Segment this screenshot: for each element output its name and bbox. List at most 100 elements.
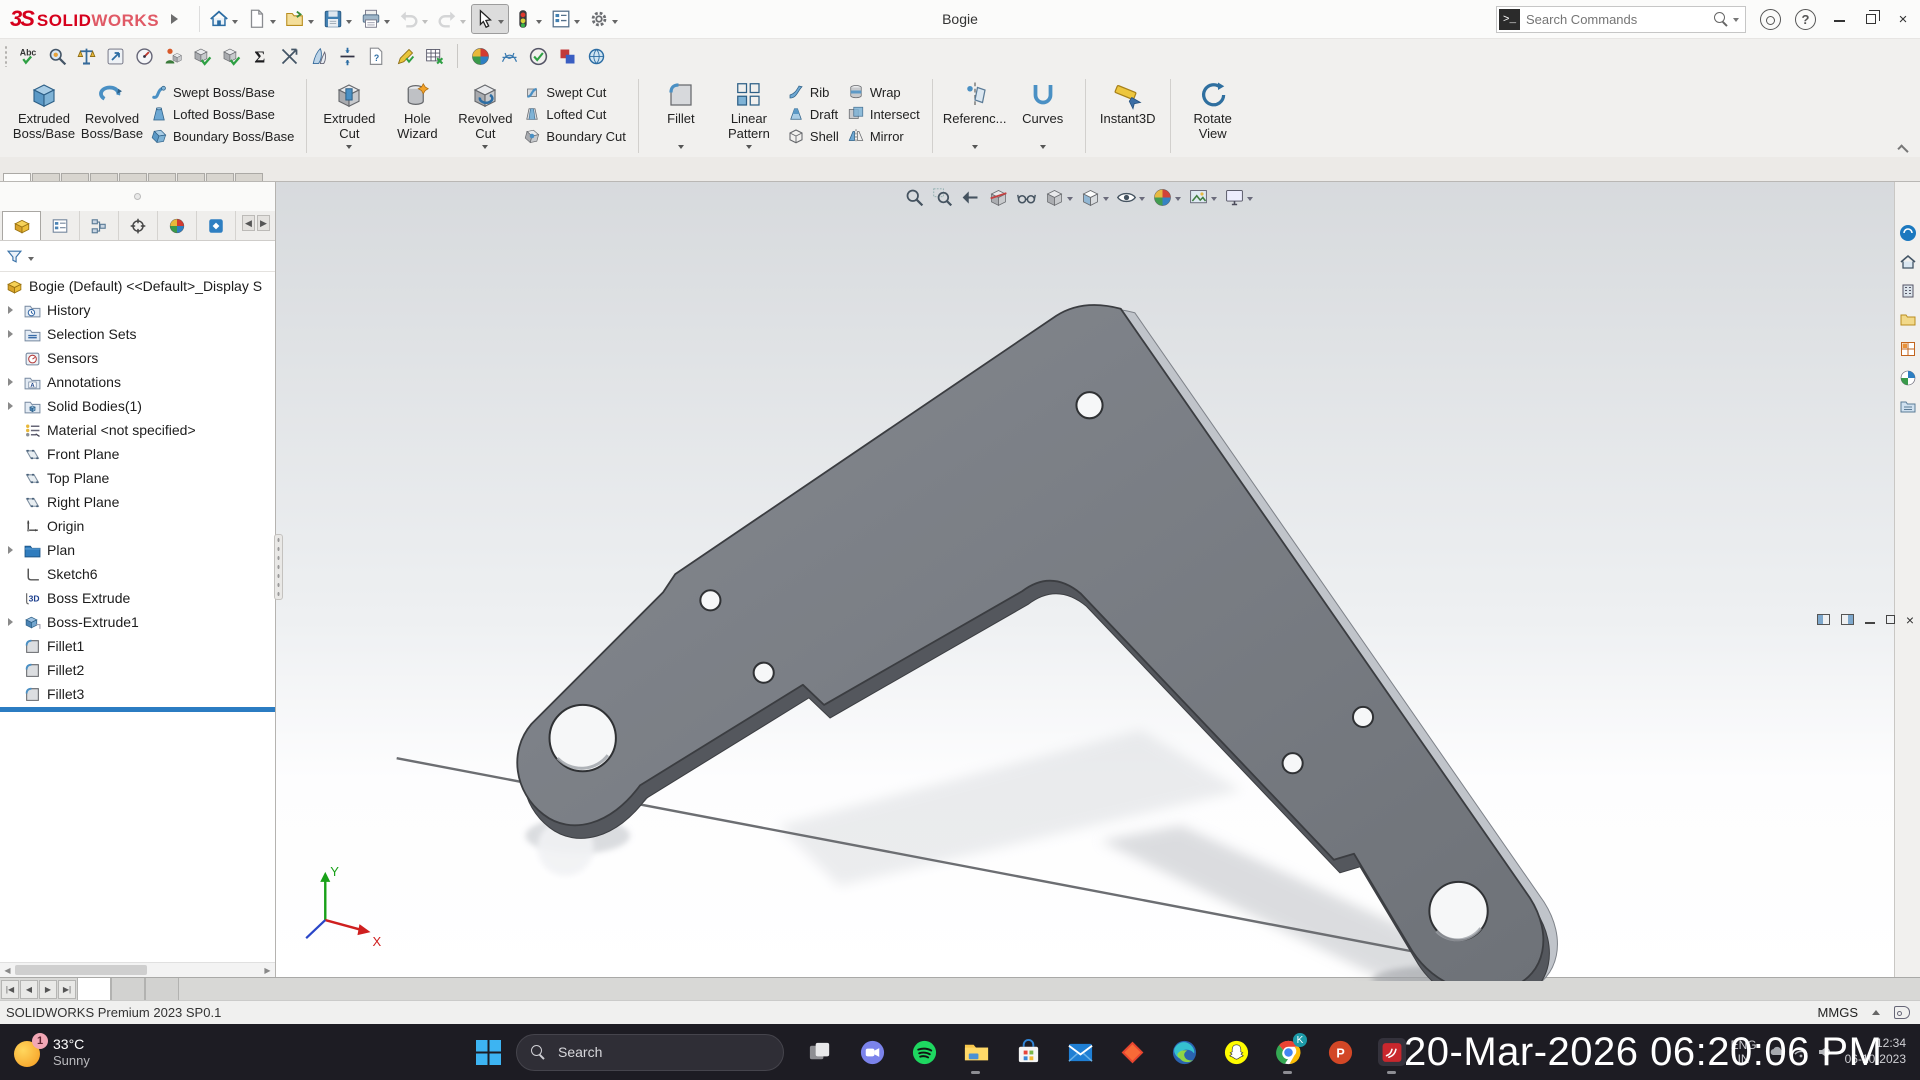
help-icon[interactable]: ?	[1795, 9, 1816, 30]
view-settings[interactable]	[1224, 187, 1253, 208]
restore-button[interactable]	[1862, 11, 1880, 28]
ribbon-big-button[interactable]: Referenc...	[941, 77, 1009, 155]
scrollbar-thumb[interactable]	[15, 965, 147, 975]
tree-filter[interactable]	[0, 241, 275, 272]
appearances[interactable]	[470, 46, 491, 67]
tree-root-item[interactable]: Bogie (Default) <<Default>_Display S	[0, 274, 275, 298]
ribbon-big-button[interactable]: Curves	[1009, 77, 1077, 155]
expand-arrow-icon[interactable]	[8, 378, 17, 386]
section-view[interactable]	[988, 187, 1009, 208]
ribbon-big-button[interactable]: Linear Pattern	[715, 77, 783, 155]
export-table[interactable]	[424, 46, 445, 67]
undo[interactable]	[396, 5, 432, 33]
measure[interactable]	[76, 46, 97, 67]
doc-tab[interactable]	[145, 978, 179, 1000]
ribbon-small-button[interactable]: Rib	[783, 81, 843, 103]
deviation-analysis[interactable]	[279, 46, 300, 67]
tree-item[interactable]: Annotations	[0, 370, 275, 394]
close-button[interactable]: ×	[1894, 11, 1912, 28]
ribbon-small-button[interactable]: Swept Boss/Base	[146, 81, 298, 103]
spotify[interactable]	[910, 1038, 938, 1066]
pane-right-icon[interactable]	[1841, 614, 1854, 625]
3d-content[interactable]	[586, 46, 607, 67]
doc-tab[interactable]	[77, 978, 111, 1000]
edit-appearance[interactable]	[1152, 187, 1181, 208]
prev-tab-icon[interactable]: ◀	[20, 980, 38, 999]
select[interactable]	[472, 5, 508, 33]
featuremanager-tab[interactable]	[2, 211, 41, 240]
panel-tab-scroll-left-icon[interactable]: ◀	[242, 215, 255, 231]
file-properties[interactable]	[548, 5, 584, 33]
powerpoint[interactable]	[1326, 1038, 1354, 1066]
expand-arrow-icon[interactable]	[8, 402, 17, 410]
account-icon[interactable]	[1760, 9, 1781, 30]
first-tab-icon[interactable]: |◀	[1, 980, 19, 999]
doc-restore-icon[interactable]	[1886, 615, 1895, 624]
spell-check[interactable]	[18, 46, 39, 67]
tree-item[interactable]: Boss-Extrude1	[0, 610, 275, 634]
tree-item[interactable]: Solid Bodies(1)	[0, 394, 275, 418]
command-tab[interactable]	[61, 173, 89, 181]
expand-arrow-icon[interactable]	[8, 306, 17, 314]
graphics-viewport[interactable]: Y X	[276, 182, 1894, 977]
ribbon-small-button[interactable]: Swept Cut	[519, 81, 630, 103]
dimxpert-tab[interactable]	[119, 211, 158, 240]
command-tab[interactable]	[3, 173, 31, 181]
design-checker[interactable]	[395, 46, 416, 67]
panel-splitter[interactable]	[274, 534, 283, 600]
search-dropdown-icon[interactable]	[1733, 18, 1739, 25]
zoom-to-fit[interactable]	[904, 187, 925, 208]
separator[interactable]	[457, 44, 458, 68]
tree-item[interactable]: Front Plane	[0, 442, 275, 466]
zoom-to-selection[interactable]	[47, 46, 68, 67]
last-tab-icon[interactable]: ▶|	[58, 980, 76, 999]
command-tab[interactable]	[148, 173, 176, 181]
ribbon-small-button[interactable]: Mirror	[843, 125, 924, 147]
display-style[interactable]	[1080, 187, 1109, 208]
zoom-to-area[interactable]	[932, 187, 953, 208]
pane-left-icon[interactable]	[1817, 614, 1830, 625]
propertymanager-tab[interactable]	[41, 211, 80, 240]
section-properties[interactable]	[105, 46, 126, 67]
ribbon-small-button[interactable]: Draft	[783, 103, 843, 125]
command-tab[interactable]	[119, 173, 147, 181]
expand-arrow-icon[interactable]	[8, 618, 17, 626]
ribbon-big-button[interactable]: Hole Wizard	[383, 77, 451, 155]
rollback-bar[interactable]	[0, 707, 275, 712]
search-icon[interactable]	[1714, 12, 1729, 27]
home[interactable]	[206, 5, 242, 33]
tree-item[interactable]: Fillet1	[0, 634, 275, 658]
ribbon-small-button[interactable]: Lofted Boss/Base	[146, 103, 298, 125]
ribbon-big-button[interactable]: Fillet	[647, 77, 715, 155]
options[interactable]	[586, 5, 622, 33]
tree-item[interactable]: Material <not specified>	[0, 418, 275, 442]
expand-arrow-icon[interactable]	[8, 546, 17, 554]
ribbon-small-button[interactable]: Wrap	[843, 81, 924, 103]
snip-tool[interactable]	[806, 1038, 834, 1066]
curvature[interactable]	[499, 46, 520, 67]
configurationmanager-tab[interactable]	[80, 211, 119, 240]
scroll-left-icon[interactable]: ◀	[0, 963, 15, 977]
equations[interactable]	[250, 46, 271, 67]
start-button[interactable]	[475, 1039, 502, 1066]
tree-item[interactable]: Plan	[0, 538, 275, 562]
next-tab-icon[interactable]: ▶	[39, 980, 57, 999]
tree-item[interactable]: Top Plane	[0, 466, 275, 490]
tree-item[interactable]: Sketch6	[0, 562, 275, 586]
ribbon-big-button[interactable]: Revolved Cut	[451, 77, 519, 155]
ribbon-collapse-icon[interactable]	[1897, 144, 1908, 155]
ribbon-big-button[interactable]: Extruded Boss/Base	[10, 77, 78, 155]
ribbon-small-button[interactable]: Intersect	[843, 103, 924, 125]
command-tab[interactable]	[235, 173, 263, 181]
doc-minimize-icon[interactable]	[1865, 622, 1875, 624]
expand-arrow-icon[interactable]	[8, 330, 17, 338]
rebuild[interactable]	[510, 5, 546, 33]
panel-tab-scroll-right-icon[interactable]: ▶	[257, 215, 270, 231]
ribbon-small-button[interactable]: Shell	[783, 125, 843, 147]
toolbar-grip[interactable]	[4, 45, 9, 67]
tree-item[interactable]: History	[0, 298, 275, 322]
microsoft-store[interactable]	[1014, 1038, 1042, 1066]
tree-item[interactable]: Fillet2	[0, 658, 275, 682]
panel-horizontal-scrollbar[interactable]: ◀ ▶	[0, 962, 275, 977]
command-tab[interactable]	[32, 173, 60, 181]
